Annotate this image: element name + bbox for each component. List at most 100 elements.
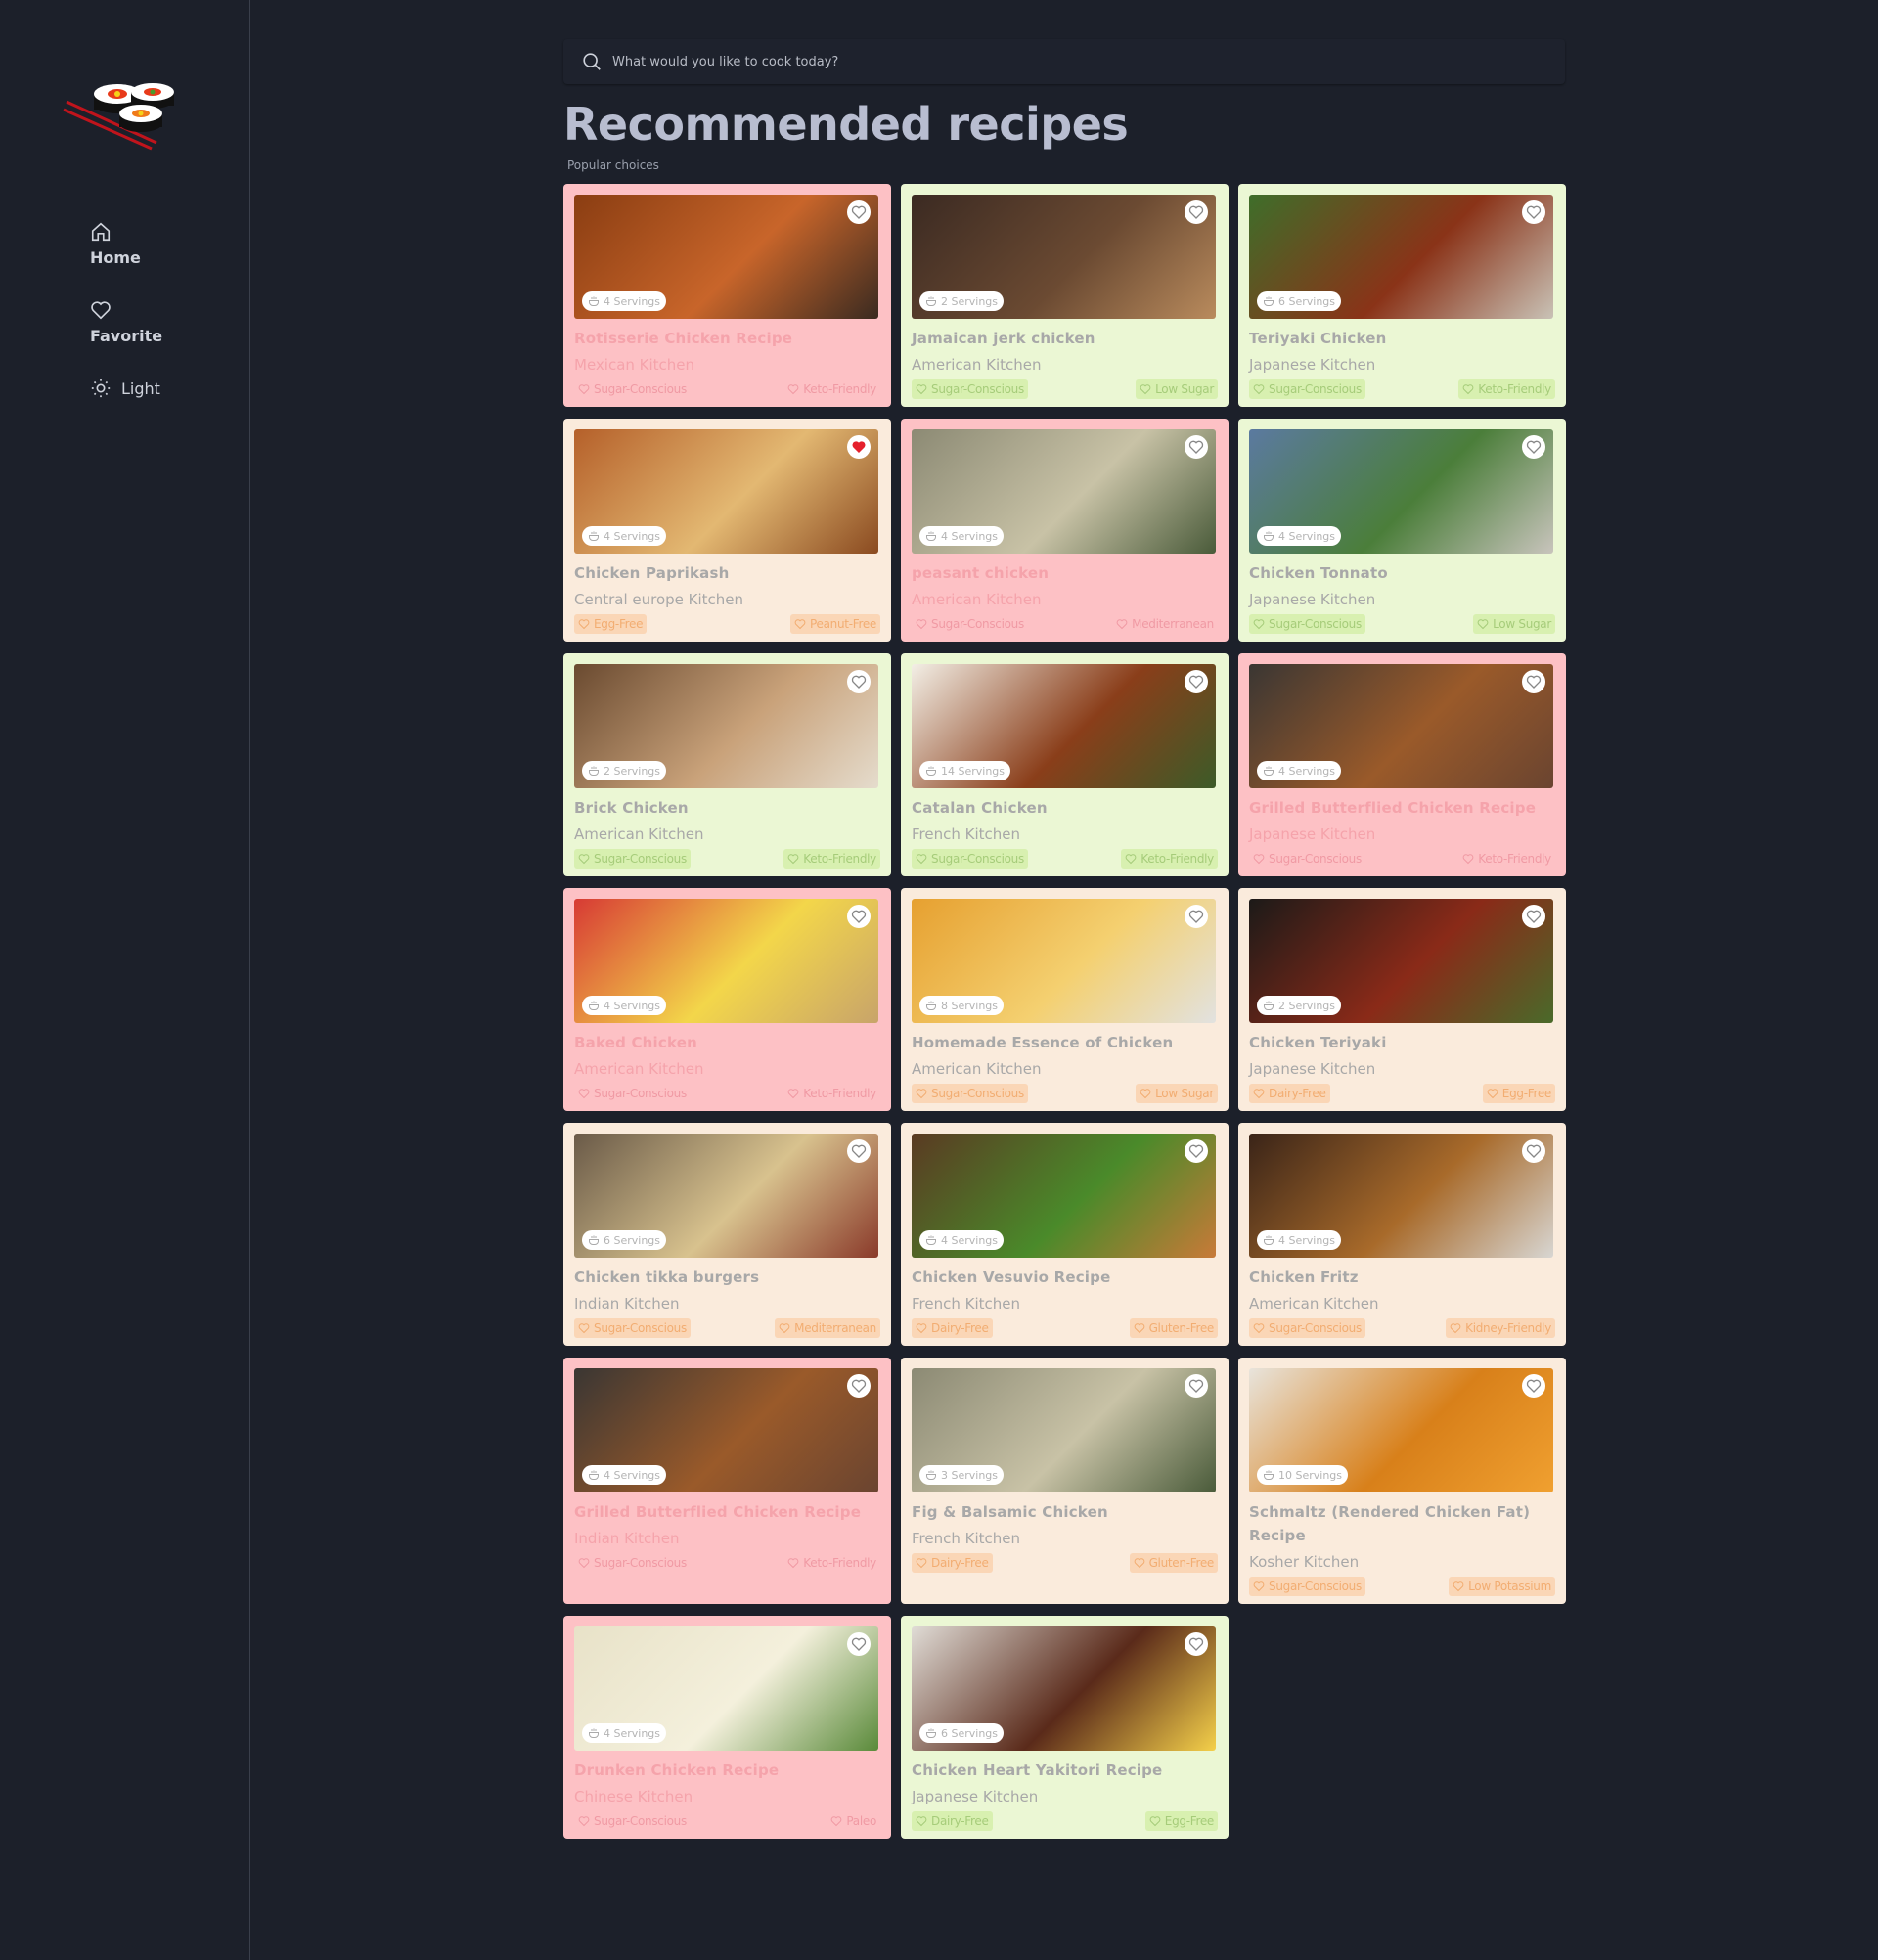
favorite-button[interactable] bbox=[1522, 1139, 1545, 1163]
favorite-button[interactable] bbox=[847, 670, 871, 693]
favorite-button[interactable] bbox=[1522, 435, 1545, 459]
recipe-photo[interactable]: 4 Servings bbox=[1249, 1134, 1553, 1258]
recipe-card[interactable]: 2 Servings Brick Chicken American Kitchen S… bbox=[563, 653, 891, 876]
recipe-card[interactable]: 2 Servings Jamaican jerk chicken American … bbox=[901, 184, 1229, 407]
recipe-name[interactable]: Rotisserie Chicken Recipe bbox=[574, 327, 880, 350]
recipe-photo[interactable]: 4 Servings bbox=[574, 195, 878, 319]
diet-tag: Sugar-Conscious bbox=[574, 849, 691, 869]
recipe-name[interactable]: Drunken Chicken Recipe bbox=[574, 1759, 880, 1782]
favorite-button[interactable] bbox=[847, 1374, 871, 1398]
recipe-card[interactable]: 4 Servings Baked Chicken American Kitchen S… bbox=[563, 888, 891, 1111]
tag-heart-icon bbox=[916, 1815, 927, 1827]
tag-heart-icon bbox=[1140, 383, 1151, 395]
favorite-button[interactable] bbox=[1522, 905, 1545, 928]
diet-tag: Keto-Friendly bbox=[783, 379, 880, 399]
tag-heart-icon bbox=[578, 1088, 590, 1099]
tag-label: Dairy-Free bbox=[931, 1814, 989, 1828]
recipe-card[interactable]: 6 Servings Chicken tikka burgers Indian Ki… bbox=[563, 1123, 891, 1346]
recipe-photo[interactable]: 2 Servings bbox=[574, 664, 878, 788]
favorite-button[interactable] bbox=[1185, 1632, 1208, 1656]
recipe-card[interactable]: 4 Servings Chicken Fritz American Kitchen S… bbox=[1238, 1123, 1566, 1346]
diet-tag: Gluten-Free bbox=[1129, 1553, 1218, 1573]
recipe-card[interactable]: 4 Servings Chicken Tonnato Japanese Kitche… bbox=[1238, 419, 1566, 642]
favorite-button[interactable] bbox=[1185, 670, 1208, 693]
recipe-photo[interactable]: 4 Servings bbox=[574, 1626, 878, 1751]
favorite-button[interactable] bbox=[1185, 1139, 1208, 1163]
recipe-name[interactable]: peasant chicken bbox=[912, 561, 1218, 585]
nav-favorite[interactable]: Favorite bbox=[90, 299, 162, 345]
recipe-photo[interactable]: 4 Servings bbox=[1249, 664, 1553, 788]
recipe-photo[interactable]: 4 Servings bbox=[574, 1368, 878, 1492]
recipe-name[interactable]: Teriyaki Chicken bbox=[1249, 327, 1555, 350]
recipe-card[interactable]: 4 Servings Grilled Butterflied Chicken Re… bbox=[1238, 653, 1566, 876]
favorite-button[interactable] bbox=[1185, 1374, 1208, 1398]
recipe-photo[interactable]: 3 Servings bbox=[912, 1368, 1216, 1492]
recipe-card[interactable]: 14 Servings Catalan Chicken French Kitchen… bbox=[901, 653, 1229, 876]
favorite-button[interactable] bbox=[847, 435, 871, 459]
recipe-name[interactable]: Chicken tikka burgers bbox=[574, 1266, 880, 1289]
recipe-photo[interactable]: 10 Servings bbox=[1249, 1368, 1553, 1492]
recipe-name[interactable]: Homemade Essence of Chicken bbox=[912, 1031, 1218, 1054]
recipe-card[interactable]: 3 Servings Fig & Balsamic Chicken French K… bbox=[901, 1358, 1229, 1604]
recipe-photo[interactable]: 6 Servings bbox=[912, 1626, 1216, 1751]
recipe-kitchen: Central europe Kitchen bbox=[574, 591, 744, 608]
recipe-name[interactable]: Baked Chicken bbox=[574, 1031, 880, 1054]
recipe-name[interactable]: Grilled Butterflied Chicken Recipe bbox=[1249, 796, 1555, 820]
favorite-button[interactable] bbox=[1185, 435, 1208, 459]
recipe-name[interactable]: Jamaican jerk chicken bbox=[912, 327, 1218, 350]
favorite-button[interactable] bbox=[847, 1632, 871, 1656]
diet-tag: Dairy-Free bbox=[912, 1811, 993, 1831]
recipe-photo[interactable]: 8 Servings bbox=[912, 899, 1216, 1023]
recipe-photo[interactable]: 4 Servings bbox=[574, 429, 878, 554]
recipe-card[interactable]: 10 Servings Schmaltz (Rendered Chicken Fa… bbox=[1238, 1358, 1566, 1604]
pot-icon bbox=[1263, 1000, 1274, 1011]
recipe-photo[interactable]: 2 Servings bbox=[912, 195, 1216, 319]
search-input[interactable] bbox=[610, 53, 1495, 70]
recipe-card[interactable]: 4 Servings Drunken Chicken Recipe Chinese … bbox=[563, 1616, 891, 1839]
recipe-card[interactable]: 4 Servings Chicken Vesuvio Recipe French K… bbox=[901, 1123, 1229, 1346]
tag-label: Low Sugar bbox=[1155, 1087, 1214, 1100]
nav-home[interactable]: Home bbox=[90, 221, 141, 267]
recipe-photo[interactable]: 4 Servings bbox=[912, 429, 1216, 554]
recipe-card[interactable]: 8 Servings Homemade Essence of Chicken Ame… bbox=[901, 888, 1229, 1111]
recipe-photo[interactable]: 4 Servings bbox=[574, 899, 878, 1023]
theme-toggle-light[interactable]: Light bbox=[90, 378, 160, 399]
recipe-name[interactable]: Schmaltz (Rendered Chicken Fat) Recipe bbox=[1249, 1500, 1555, 1547]
sushi-logo[interactable] bbox=[59, 72, 186, 151]
recipe-photo[interactable]: 2 Servings bbox=[1249, 899, 1553, 1023]
recipe-name[interactable]: Chicken Vesuvio Recipe bbox=[912, 1266, 1218, 1289]
recipe-card[interactable]: 2 Servings Chicken Teriyaki Japanese Kitch… bbox=[1238, 888, 1566, 1111]
recipe-name[interactable]: Chicken Heart Yakitori Recipe bbox=[912, 1759, 1218, 1782]
recipe-name[interactable]: Fig & Balsamic Chicken bbox=[912, 1500, 1218, 1524]
recipe-name[interactable]: Chicken Teriyaki bbox=[1249, 1031, 1555, 1054]
favorite-button[interactable] bbox=[1522, 1374, 1545, 1398]
recipe-name[interactable]: Catalan Chicken bbox=[912, 796, 1218, 820]
diet-tag: Sugar-Conscious bbox=[574, 1084, 691, 1103]
favorite-button[interactable] bbox=[1522, 670, 1545, 693]
recipe-card[interactable]: 4 Servings Rotisserie Chicken Recipe Mexic… bbox=[563, 184, 891, 407]
recipe-card[interactable]: 4 Servings Chicken Paprikash Central europ… bbox=[563, 419, 891, 642]
recipe-name[interactable]: Brick Chicken bbox=[574, 796, 880, 820]
recipe-photo[interactable]: 6 Servings bbox=[574, 1134, 878, 1258]
recipe-photo[interactable]: 14 Servings bbox=[912, 664, 1216, 788]
recipe-name[interactable]: Chicken Tonnato bbox=[1249, 561, 1555, 585]
recipe-card[interactable]: 6 Servings Chicken Heart Yakitori Recipe J… bbox=[901, 1616, 1229, 1839]
favorite-button[interactable] bbox=[847, 200, 871, 224]
pot-icon bbox=[925, 1234, 937, 1246]
recipe-photo[interactable]: 6 Servings bbox=[1249, 195, 1553, 319]
recipe-photo[interactable]: 4 Servings bbox=[912, 1134, 1216, 1258]
recipe-card[interactable]: 4 Servings peasant chicken American Kitche… bbox=[901, 419, 1229, 642]
recipe-photo[interactable]: 4 Servings bbox=[1249, 429, 1553, 554]
favorite-button[interactable] bbox=[847, 905, 871, 928]
recipe-name[interactable]: Chicken Fritz bbox=[1249, 1266, 1555, 1289]
recipe-name[interactable]: Chicken Paprikash bbox=[574, 561, 880, 585]
search-bar[interactable] bbox=[563, 39, 1565, 84]
favorite-button[interactable] bbox=[1522, 200, 1545, 224]
recipe-card[interactable]: 4 Servings Grilled Butterflied Chicken Re… bbox=[563, 1358, 891, 1604]
recipe-name[interactable]: Grilled Butterflied Chicken Recipe bbox=[574, 1500, 880, 1524]
favorite-button[interactable] bbox=[1185, 200, 1208, 224]
tag-label: Sugar-Conscious bbox=[594, 852, 687, 866]
favorite-button[interactable] bbox=[1185, 905, 1208, 928]
favorite-button[interactable] bbox=[847, 1139, 871, 1163]
recipe-card[interactable]: 6 Servings Teriyaki Chicken Japanese Kitch… bbox=[1238, 184, 1566, 407]
